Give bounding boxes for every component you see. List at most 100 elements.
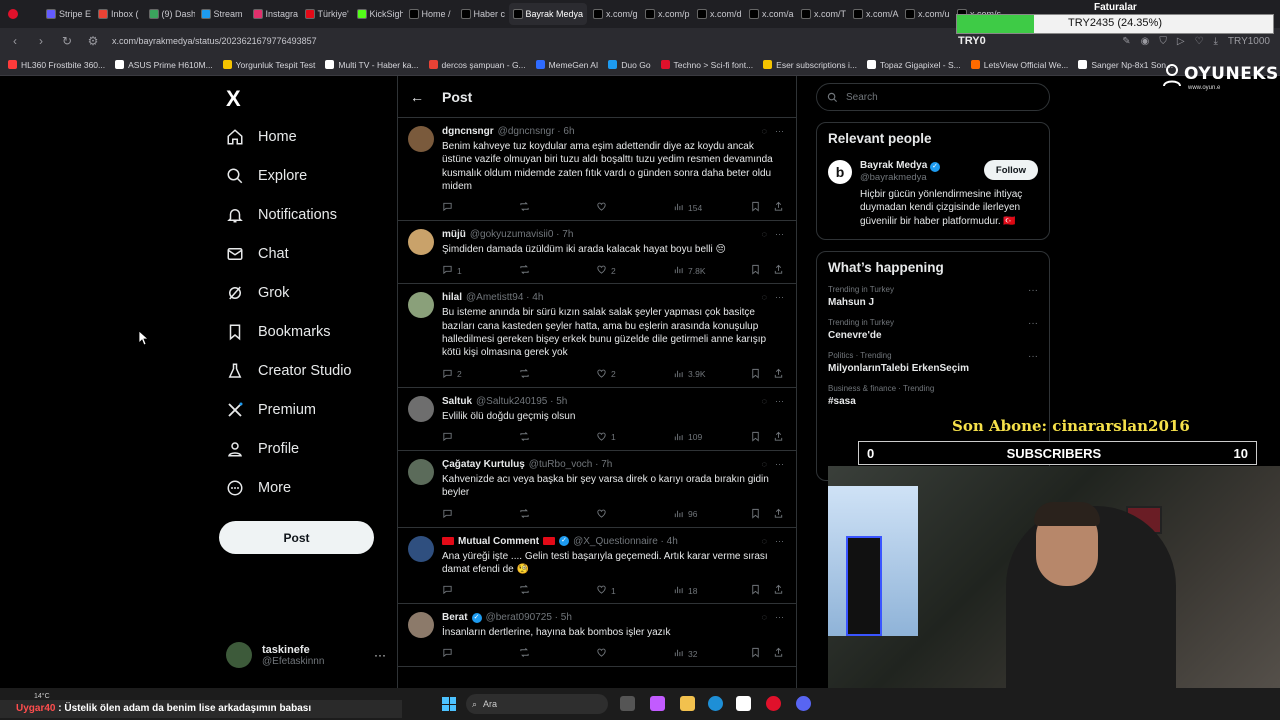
account-switcher[interactable]: taskinefe @Efetaskinnn ···: [226, 642, 386, 668]
repost-button[interactable]: [519, 368, 596, 381]
bookmark-item[interactable]: Yorgunluk Tespit Test: [222, 60, 315, 70]
views-button[interactable]: 18: [673, 584, 750, 597]
trend-item[interactable]: Trending in Turkey Cenevre'de ···: [828, 318, 1038, 341]
reply-tweet[interactable]: dgncnsngr @dgncnsngr · 6h Benim kahveye tu…: [398, 118, 796, 222]
bookmark-item[interactable]: HL360 Frostbite 360...: [8, 60, 105, 70]
browser-tab[interactable]: KickSigh: [353, 3, 403, 25]
views-button[interactable]: 96: [673, 508, 750, 521]
nav-creator-studio[interactable]: Creator Studio: [226, 362, 352, 380]
tweet-handle[interactable]: @Ametistt94 · 4h: [466, 292, 543, 303]
bookmark-button[interactable]: [750, 431, 761, 444]
taskbar-search[interactable]: ⌕ Ara: [466, 694, 608, 714]
tweet-author[interactable]: Çağatay Kurtuluş: [442, 459, 525, 470]
avatar[interactable]: [408, 126, 434, 152]
tweet-handle[interactable]: @dgncnsngr · 6h: [498, 126, 575, 137]
bookmark-button[interactable]: [750, 584, 761, 597]
like-button[interactable]: 2: [596, 264, 673, 277]
heart-icon[interactable]: ♡: [1195, 36, 1204, 47]
browser-tab[interactable]: Haber c: [457, 3, 507, 25]
nav-premium[interactable]: Premium: [226, 401, 316, 419]
windows-start-icon[interactable]: [442, 697, 456, 711]
more-icon[interactable]: ···: [775, 536, 784, 546]
relevant-person[interactable]: b Bayrak Medya ✓ @bayrakmedya Follow: [828, 160, 1038, 184]
more-icon[interactable]: ···: [775, 126, 784, 136]
browser-tab[interactable]: Inbox (: [94, 3, 143, 25]
nav-bookmarks[interactable]: Bookmarks: [226, 323, 331, 341]
more-icon[interactable]: ···: [374, 648, 386, 662]
bookmark-item[interactable]: Sanger Np-8x1 Son...: [1078, 60, 1173, 70]
avatar[interactable]: [408, 229, 434, 256]
bookmark-item[interactable]: MemeGen AI: [535, 60, 598, 70]
more-icon[interactable]: ···: [1028, 351, 1038, 362]
bookmark-item[interactable]: Eser subscriptions i...: [763, 60, 857, 70]
browser-tab[interactable]: x.com/a: [745, 3, 795, 25]
like-button[interactable]: 1: [596, 584, 673, 597]
bookmark-item[interactable]: dercos şampuan - G...: [428, 60, 526, 70]
more-icon[interactable]: ···: [1028, 318, 1038, 329]
tweet-author[interactable]: Mutual Comment: [458, 536, 539, 547]
like-button[interactable]: 2: [596, 368, 673, 381]
play-icon[interactable]: ▷: [1177, 36, 1185, 47]
avatar[interactable]: [408, 535, 434, 562]
bookmark-button[interactable]: [750, 201, 761, 214]
site-info-icon[interactable]: ⚙: [86, 34, 100, 48]
browser-tab[interactable]: Instagra: [249, 3, 299, 25]
camera-icon[interactable]: ◉: [1141, 36, 1150, 47]
nav-chat[interactable]: Chat: [226, 245, 289, 263]
reply-button[interactable]: [442, 508, 519, 521]
views-button[interactable]: 3.9K: [673, 368, 750, 381]
browser-tab[interactable]: x.com/d: [693, 3, 743, 25]
browser-tab[interactable]: x.com/g: [589, 3, 639, 25]
share-button[interactable]: [773, 368, 784, 381]
back-icon[interactable]: ‹: [8, 34, 22, 48]
views-button[interactable]: 109: [673, 431, 750, 444]
avatar[interactable]: [408, 292, 434, 319]
more-icon[interactable]: ···: [775, 229, 784, 239]
share-button[interactable]: [773, 264, 784, 277]
more-icon[interactable]: ···: [775, 396, 784, 406]
tweet-author[interactable]: hilal: [442, 292, 462, 303]
avatar[interactable]: [408, 458, 434, 485]
share-button[interactable]: [773, 431, 784, 444]
bookmark-item[interactable]: Techno > Sci-fi font...: [660, 60, 753, 70]
grok-icon[interactable]: ◌: [762, 229, 767, 239]
reply-button[interactable]: [442, 647, 519, 660]
tweet-author[interactable]: müjü: [442, 229, 466, 240]
tweet-handle[interactable]: @tuRbo_voch · 7h: [529, 459, 613, 470]
repost-button[interactable]: [519, 508, 596, 521]
x-logo-icon[interactable]: X: [226, 86, 241, 112]
repost-button[interactable]: [519, 431, 596, 444]
reply-tweet[interactable]: Saltuk @Saltuk240195 · 5h Evlilik ölü doğd…: [398, 388, 796, 451]
reply-button[interactable]: 1: [442, 264, 519, 277]
nav-profile[interactable]: Profile: [226, 440, 299, 458]
browser-tab[interactable]: (9) Dash: [145, 3, 195, 25]
tweet-handle[interactable]: @Saltuk240195 · 5h: [476, 396, 567, 407]
browser-tab[interactable]: Bayrak Medya: [508, 3, 588, 25]
nav-grok[interactable]: Grok: [226, 284, 289, 302]
reply-button[interactable]: 2: [442, 368, 519, 381]
search-input[interactable]: Search: [816, 83, 1050, 111]
copilot-icon[interactable]: [650, 696, 665, 711]
tweet-handle[interactable]: @X_Questionnaire · 4h: [573, 536, 678, 547]
views-button[interactable]: 154: [673, 201, 750, 214]
download-icon[interactable]: ⤓: [1214, 36, 1218, 47]
browser-tab[interactable]: Türkiye': [301, 3, 351, 25]
shield-icon[interactable]: ⛉: [1159, 36, 1167, 47]
grok-icon[interactable]: ◌: [762, 126, 767, 136]
tweet-handle[interactable]: @gokyuzumavisii0 · 7h: [470, 229, 574, 240]
grok-icon[interactable]: ◌: [762, 612, 767, 622]
views-button[interactable]: 32: [673, 647, 750, 660]
forward-icon[interactable]: ›: [34, 34, 48, 48]
nav-explore[interactable]: Explore: [226, 167, 307, 185]
grok-icon[interactable]: ◌: [762, 292, 767, 302]
repost-button[interactable]: [519, 264, 596, 277]
reply-tweet[interactable]: Çağatay Kurtuluş @tuRbo_voch · 7h Kahveniz…: [398, 451, 796, 528]
file-explorer-icon[interactable]: [680, 696, 695, 711]
reply-tweet[interactable]: Berat ✓ @berat090725 · 5h İnsanların dertle…: [398, 604, 796, 668]
discord-icon[interactable]: [796, 696, 811, 711]
more-icon[interactable]: ···: [1028, 285, 1038, 296]
bookmark-item[interactable]: ASUS Prime H610M...: [115, 60, 213, 70]
opera-icon[interactable]: [766, 696, 781, 711]
edge-icon[interactable]: [708, 696, 723, 711]
repost-button[interactable]: [519, 201, 596, 214]
